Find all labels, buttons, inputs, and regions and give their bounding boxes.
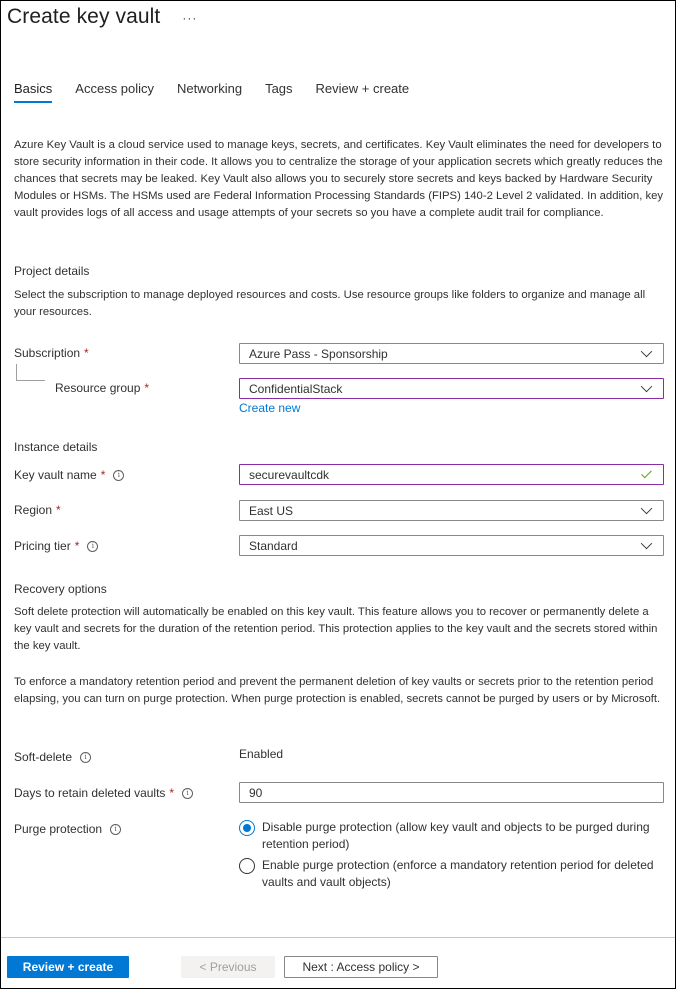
region-value: East US [249,503,294,518]
key-vault-name-input[interactable]: securevaultcdk [239,464,664,485]
purge-protection-label: Purge protection i [14,822,122,836]
tab-bar: Basics Access policy Networking Tags Rev… [14,81,432,103]
region-dropdown[interactable]: East US [239,500,664,521]
required-marker: * [144,381,150,395]
pricing-tier-label: Pricing tier * i [14,539,99,553]
footer-divider [1,937,675,938]
region-label-text: Region [14,503,53,517]
info-icon[interactable]: i [80,751,92,763]
tab-access-policy[interactable]: Access policy [75,81,154,103]
required-marker: * [169,786,175,800]
purge-protection-label-text: Purge protection [14,822,103,836]
purge-protection-description: To enforce a mandatory retention period … [14,676,661,705]
project-details-description: Select the subscription to manage deploy… [14,289,646,318]
more-options-button[interactable]: ··· [182,11,197,25]
radio-button[interactable] [239,858,255,874]
required-marker: * [56,503,61,517]
info-icon[interactable]: i [87,540,99,552]
days-to-retain-label-text: Days to retain deleted vaults [14,786,166,800]
tab-review-create[interactable]: Review + create [316,81,410,103]
tab-networking[interactable]: Networking [177,81,242,103]
recovery-options-heading: Recovery options [14,582,107,596]
pricing-tier-dropdown[interactable]: Standard [239,535,664,556]
pricing-tier-value: Standard [249,538,298,553]
days-to-retain-value: 90 [249,785,263,800]
key-vault-name-value: securevaultcdk [249,467,330,482]
tree-connector [16,364,45,381]
resource-group-label-text: Resource group [55,381,141,395]
days-to-retain-input[interactable]: 90 [239,782,664,803]
days-to-retain-label: Days to retain deleted vaults * i [14,786,194,800]
radio-enable-purge-protection[interactable]: Enable purge protection (enforce a manda… [239,857,659,891]
info-icon[interactable]: i [113,469,125,481]
create-key-vault-blade: Create key vault ··· Basics Access polic… [0,0,676,989]
chevron-down-icon [640,345,653,358]
page-title: Create key vault [7,5,161,28]
soft-delete-description: Soft delete protection will automaticall… [14,606,658,652]
key-vault-name-label: Key vault name * i [14,468,125,482]
radio-button-selected[interactable] [239,820,255,836]
required-marker: * [100,468,106,482]
key-vault-name-label-text: Key vault name [14,468,97,482]
resource-group-value: ConfidentialStack [249,381,343,396]
title-row: Create key vault ··· [7,5,197,29]
radio-label: Disable purge protection (allow key vaul… [262,820,650,851]
radio-disable-purge-protection[interactable]: Disable purge protection (allow key vaul… [239,819,659,853]
subscription-value: Azure Pass - Sponsorship [249,346,388,361]
resource-group-label: Resource group * [55,381,149,395]
soft-delete-label: Soft-delete i [14,750,92,764]
soft-delete-label-text: Soft-delete [14,750,73,764]
instance-details-heading: Instance details [14,440,98,454]
radio-label: Enable purge protection (enforce a manda… [262,858,654,889]
chevron-down-icon [640,380,653,393]
tab-tags[interactable]: Tags [265,81,292,103]
tab-basics[interactable]: Basics [14,81,53,103]
next-access-policy-button[interactable]: Next : Access policy > [284,956,438,978]
intro-description: Azure Key Vault is a cloud service used … [14,139,664,219]
previous-button[interactable]: < Previous [181,956,275,978]
subscription-label: Subscription * [14,346,89,360]
chevron-down-icon [640,537,653,550]
soft-delete-value: Enabled [239,747,284,761]
create-new-resource-group-link[interactable]: Create new [239,401,300,415]
region-label: Region * [14,503,61,517]
review-create-button[interactable]: Review + create [7,956,129,978]
info-icon[interactable]: i [182,787,194,799]
subscription-dropdown[interactable]: Azure Pass - Sponsorship [239,343,664,364]
info-icon[interactable]: i [110,823,122,835]
chevron-down-icon [640,502,653,515]
subscription-label-text: Subscription [14,346,81,360]
pricing-tier-label-text: Pricing tier [14,539,71,553]
resource-group-dropdown[interactable]: ConfidentialStack [239,378,664,399]
project-details-heading: Project details [14,264,90,278]
required-marker: * [84,346,89,360]
required-marker: * [74,539,80,553]
